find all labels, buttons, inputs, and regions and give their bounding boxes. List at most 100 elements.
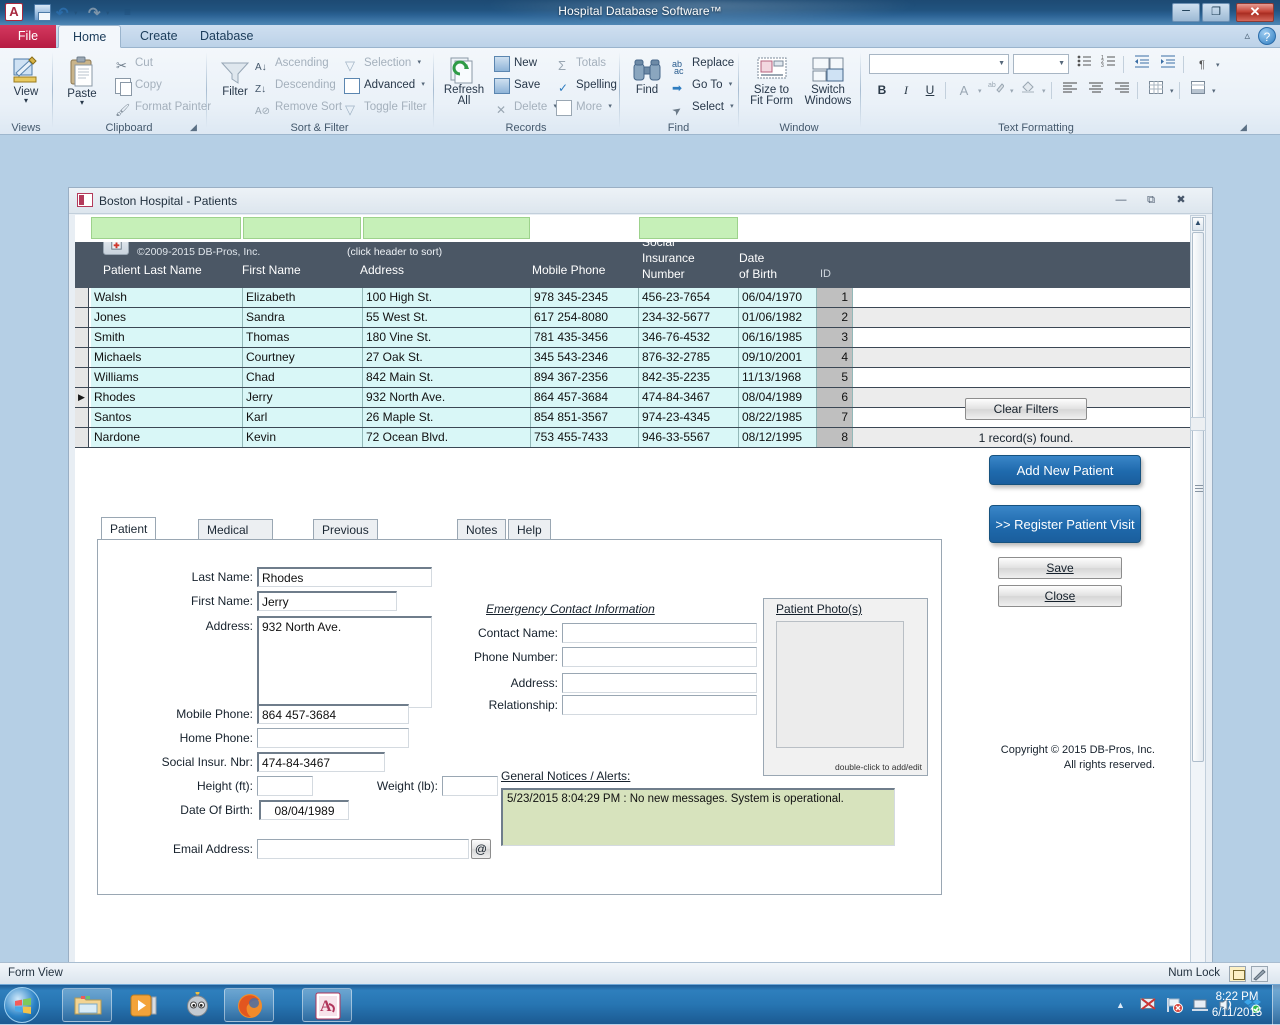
cell-last-name[interactable]: Smith <box>91 328 243 347</box>
input-home-phone[interactable] <box>257 728 409 748</box>
cell-first-name[interactable]: Thomas <box>243 328 363 347</box>
cell-first-name[interactable]: Karl <box>243 408 363 427</box>
add-new-patient-button[interactable]: Add New Patient <box>989 455 1141 485</box>
patient-photo-box[interactable]: Patient Photo(s) double-click to add/edi… <box>763 598 928 776</box>
close-button[interactable]: Close <box>998 585 1122 607</box>
window-minimize-button[interactable]: – <box>1172 3 1200 22</box>
cell-sin[interactable]: 842-35-2235 <box>639 368 739 387</box>
cell-dob[interactable]: 06/16/1985 <box>739 328 817 347</box>
design-view-button[interactable] <box>1251 966 1268 982</box>
show-hidden-icons-button[interactable]: ▲ <box>1116 997 1133 1013</box>
column-header-sin-line3[interactable]: Number <box>642 267 685 281</box>
cell-id[interactable]: 6 <box>817 388 853 407</box>
increase-indent-button[interactable] <box>1157 54 1179 75</box>
remove-sort-button[interactable]: Remove Sort <box>253 97 342 118</box>
column-header-dob-line1[interactable]: Date <box>739 251 764 265</box>
input-contact-name[interactable] <box>562 623 757 643</box>
highlight-caret-icon[interactable]: ▾ <box>1010 87 1014 95</box>
cell-id[interactable]: 4 <box>817 348 853 367</box>
table-row[interactable]: SmithThomas180 Vine St.781 435-3456346-7… <box>75 328 1192 348</box>
cell-last-name[interactable]: Santos <box>91 408 243 427</box>
cell-mobile-phone[interactable]: 978 345-2345 <box>531 288 639 307</box>
delete-record-button[interactable]: Delete ▾ <box>492 97 557 118</box>
qat-undo-caret-icon[interactable]: ▾ <box>74 9 78 17</box>
cell-address[interactable]: 932 North Ave. <box>363 388 531 407</box>
table-row[interactable]: MichaelsCourtney27 Oak St.345 543-234687… <box>75 348 1192 368</box>
fill-color-caret-icon[interactable]: ▾ <box>1042 87 1046 95</box>
select-button[interactable]: Select ▾ <box>670 97 734 118</box>
cell-sin[interactable]: 346-76-4532 <box>639 328 739 347</box>
cell-mobile-phone[interactable]: 781 435-3456 <box>531 328 639 347</box>
cell-first-name[interactable]: Elizabeth <box>243 288 363 307</box>
cell-mobile-phone[interactable]: 753 455-7433 <box>531 428 639 447</box>
cell-dob[interactable]: 08/22/1985 <box>739 408 817 427</box>
mdi-maximize-button[interactable]: ⧉ <box>1140 192 1162 209</box>
row-selector[interactable] <box>75 328 89 347</box>
scrollbar-thumb[interactable] <box>1192 232 1204 762</box>
view-button[interactable]: View ▾ <box>4 56 48 104</box>
bullets-button[interactable] <box>1073 54 1095 75</box>
cell-dob[interactable]: 09/10/2001 <box>739 348 817 367</box>
input-relationship[interactable] <box>562 695 757 715</box>
clipboard-dialog-launcher-icon[interactable]: ◢ <box>190 122 201 133</box>
advanced-button[interactable]: Advanced ▾ <box>342 75 425 96</box>
tab-database[interactable]: Database <box>186 25 268 48</box>
text-direction-button[interactable]: ¶ <box>1191 54 1213 75</box>
input-emergency-phone[interactable] <box>562 647 757 667</box>
input-weight[interactable] <box>442 776 498 796</box>
cell-address[interactable]: 55 West St. <box>363 308 531 327</box>
find-button[interactable]: Find <box>626 58 668 96</box>
tab-file[interactable]: File <box>0 25 56 48</box>
format-painter-button[interactable]: Format Painter <box>113 97 211 118</box>
align-center-button[interactable] <box>1085 80 1107 101</box>
input-address[interactable]: 932 North Ave. <box>257 616 432 708</box>
taskbar-robot-button[interactable] <box>172 988 222 1022</box>
filter-button[interactable]: Filter <box>213 60 257 98</box>
align-right-button[interactable] <box>1111 80 1133 101</box>
filter-first-name-input[interactable] <box>243 217 361 239</box>
row-selector[interactable] <box>75 308 89 327</box>
column-header-last-name[interactable]: Patient Last Name <box>103 263 202 277</box>
show-desktop-button[interactable] <box>1272 985 1280 1025</box>
table-row[interactable]: WalshElizabeth100 High St.978 345-234545… <box>75 288 1192 308</box>
row-selector[interactable] <box>75 408 89 427</box>
cell-id[interactable]: 2 <box>817 308 853 327</box>
descending-button[interactable]: Descending <box>253 75 336 96</box>
taskbar-firefox-button[interactable] <box>224 988 274 1022</box>
tab-notes[interactable]: Notes <box>457 519 506 540</box>
cell-last-name[interactable]: Nardone <box>91 428 243 447</box>
alternate-fill-caret-icon[interactable]: ▾ <box>1212 87 1216 95</box>
column-header-id[interactable]: ID <box>820 268 831 280</box>
mdi-close-button[interactable]: ✖ <box>1170 192 1192 209</box>
cell-address[interactable]: 100 High St. <box>363 288 531 307</box>
tab-previous-hospital-visits[interactable]: Previous Hospital Visits <box>313 519 378 540</box>
scroll-up-arrow-icon[interactable]: ▲ <box>1192 217 1204 231</box>
patient-photo-placeholder[interactable] <box>776 621 904 748</box>
cell-id[interactable]: 1 <box>817 288 853 307</box>
copy-button[interactable]: Copy <box>113 75 162 96</box>
text-direction-caret-icon[interactable]: ▾ <box>1216 61 1220 69</box>
cell-mobile-phone[interactable]: 864 457-3684 <box>531 388 639 407</box>
form-view-button[interactable] <box>1229 966 1246 982</box>
cell-last-name[interactable]: Walsh <box>91 288 243 307</box>
cell-address[interactable]: 842 Main St. <box>363 368 531 387</box>
mdi-minimize-button[interactable]: — <box>1110 192 1132 209</box>
register-patient-visit-button[interactable]: >> Register Patient Visit <box>989 505 1141 543</box>
ribbon-collapse-icon[interactable]: ▵ <box>1244 29 1250 42</box>
row-selector[interactable] <box>75 348 89 367</box>
cell-sin[interactable]: 946-33-5567 <box>639 428 739 447</box>
column-header-mobile-phone[interactable]: Mobile Phone <box>532 263 605 277</box>
row-selector[interactable] <box>75 368 89 387</box>
spelling-button[interactable]: Spelling <box>554 75 617 96</box>
cell-sin[interactable]: 456-23-7654 <box>639 288 739 307</box>
cell-last-name[interactable]: Williams <box>91 368 243 387</box>
selection-button[interactable]: Selection ▾ <box>342 53 421 74</box>
form-vertical-scrollbar[interactable]: ▲ ▼ <box>1190 215 1206 1005</box>
input-date-of-birth[interactable]: 08/04/1989 <box>259 800 349 820</box>
cell-first-name[interactable]: Courtney <box>243 348 363 367</box>
column-header-first-name[interactable]: First Name <box>242 263 301 277</box>
filter-dob-input[interactable] <box>639 217 738 239</box>
decrease-indent-button[interactable] <box>1131 54 1153 75</box>
filter-last-name-input[interactable] <box>91 217 241 239</box>
align-left-button[interactable] <box>1059 80 1081 101</box>
